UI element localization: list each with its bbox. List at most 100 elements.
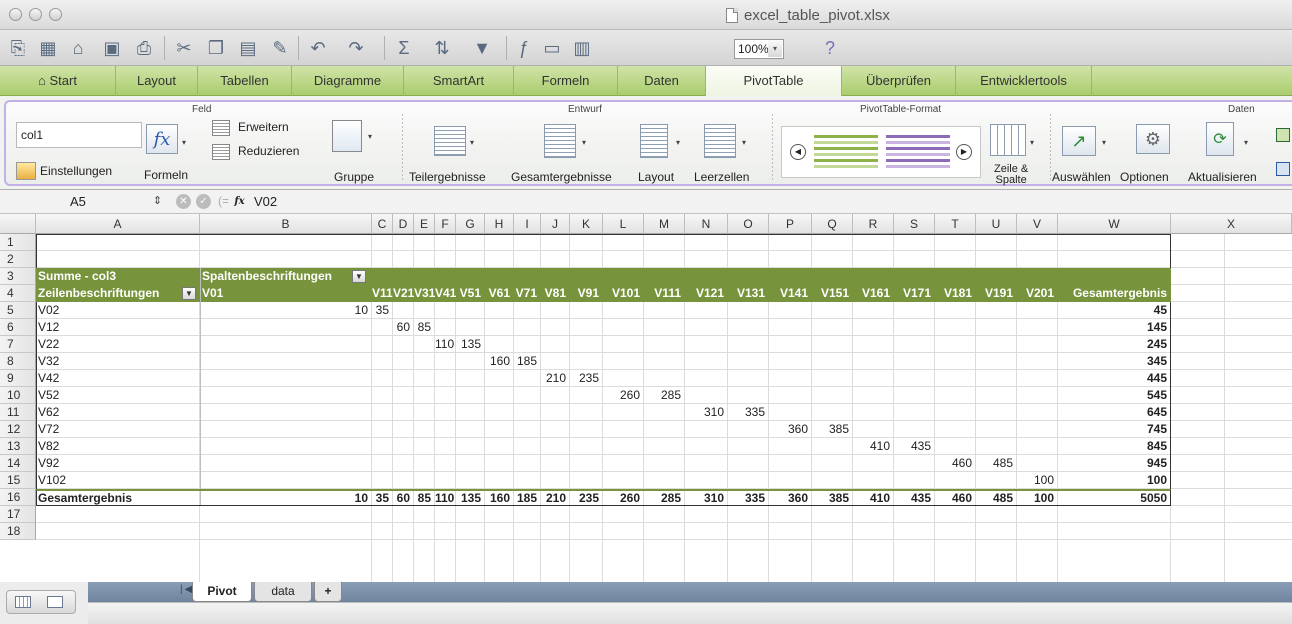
column-header-o[interactable]: O: [728, 214, 769, 234]
pivot-row-label-v92[interactable]: V92: [38, 455, 198, 472]
column-header-s[interactable]: S: [894, 214, 935, 234]
pivot-col-header-v111[interactable]: V111: [644, 285, 685, 302]
pivot-col-header-v151[interactable]: V151: [812, 285, 853, 302]
pivot-row-label-v62[interactable]: V62: [38, 404, 198, 421]
pivot-row-label-v52[interactable]: V52: [38, 387, 198, 404]
formula-input[interactable]: V02: [254, 193, 277, 211]
pivot-value-cell[interactable]: 185: [514, 353, 541, 370]
pivot-grand-total-label[interactable]: Gesamtergebnis: [38, 490, 198, 507]
zoom-window-button[interactable]: [49, 8, 62, 21]
pivot-grand-total-cell[interactable]: 10: [200, 490, 372, 507]
layout-icon[interactable]: [640, 124, 668, 158]
pivot-grand-total-cell[interactable]: 260: [603, 490, 644, 507]
column-header-b[interactable]: B: [200, 214, 372, 234]
pivot-col-header-v131[interactable]: V131: [728, 285, 769, 302]
column-header-a[interactable]: A: [36, 214, 200, 234]
pivot-value-cell[interactable]: 410: [853, 438, 894, 455]
column-header-d[interactable]: D: [393, 214, 414, 234]
pivot-value-field-label[interactable]: Summe - col3: [38, 268, 200, 285]
new-from-template-icon[interactable]: ⎘: [6, 36, 30, 60]
pivot-value-cell[interactable]: 435: [894, 438, 935, 455]
pivot-value-cell[interactable]: 160: [485, 353, 514, 370]
pivot-col-header-v161[interactable]: V161: [853, 285, 894, 302]
pivot-row-label-v32[interactable]: V32: [38, 353, 198, 370]
column-header-n[interactable]: N: [685, 214, 728, 234]
pivot-row-total[interactable]: 445: [1058, 370, 1171, 387]
row-header-12[interactable]: 12: [0, 421, 36, 438]
column-header-r[interactable]: R: [853, 214, 894, 234]
pivot-row-total[interactable]: 245: [1058, 336, 1171, 353]
tab-tabellen[interactable]: Tabellen: [198, 66, 292, 96]
pivot-grand-total-cell[interactable]: 310: [685, 490, 728, 507]
tab-diagramme[interactable]: Diagramme: [292, 66, 404, 96]
normal-view-icon[interactable]: [15, 596, 31, 608]
pivot-row-total[interactable]: 100: [1058, 472, 1171, 489]
row-header-7[interactable]: 7: [0, 336, 36, 353]
options-button[interactable]: Optionen: [1120, 170, 1169, 184]
pivot-value-cell[interactable]: 335: [728, 404, 769, 421]
refresh-button[interactable]: Aktualisieren: [1188, 170, 1257, 184]
pivot-value-cell[interactable]: 235: [570, 370, 603, 387]
column-header-q[interactable]: Q: [812, 214, 853, 234]
row-header-16[interactable]: 16: [0, 489, 36, 506]
view-switch[interactable]: [6, 590, 76, 614]
group-button[interactable]: Gruppe: [334, 170, 374, 184]
sheet-tab-pivot[interactable]: Pivot: [192, 582, 252, 602]
column-header-x[interactable]: X: [1171, 214, 1292, 234]
pivot-grand-total-cell[interactable]: 160: [485, 490, 514, 507]
pivot-grand-total-cell[interactable]: 185: [514, 490, 541, 507]
group-icon[interactable]: [332, 120, 362, 152]
pivot-row-labels-header[interactable]: Zeilenbeschriftungen: [38, 285, 182, 302]
pivot-grand-total-cell[interactable]: 335: [728, 490, 769, 507]
column-header-j[interactable]: J: [541, 214, 570, 234]
pivot-col-header-v101[interactable]: V101: [603, 285, 644, 302]
subtotals-button[interactable]: Teilergebnisse: [409, 170, 486, 184]
tab-ueberpruefen[interactable]: Überprüfen: [842, 66, 956, 96]
row-filter-dropdown-icon[interactable]: ▼: [182, 287, 196, 300]
column-header-v[interactable]: V: [1017, 214, 1058, 234]
spreadsheet-grid[interactable]: A B C D E F G H I J K L M N O P Q R S T U V W X 1 2 3 4 5 6 7 8 9 10 11 12 1…: [0, 214, 1292, 582]
row-column-button[interactable]: Zeile & Spalte: [994, 164, 1028, 186]
pivot-grand-total-cell[interactable]: 110: [435, 490, 456, 507]
column-header-w[interactable]: W: [1058, 214, 1171, 234]
tab-start[interactable]: ⌂ Start: [0, 66, 116, 96]
pivot-row-total[interactable]: 845: [1058, 438, 1171, 455]
column-header-u[interactable]: U: [976, 214, 1017, 234]
row-header-5[interactable]: 5: [0, 302, 36, 319]
pivot-col-header-v21[interactable]: V21: [393, 285, 414, 302]
close-window-button[interactable]: [9, 8, 22, 21]
row-header-2[interactable]: 2: [0, 251, 36, 268]
pivot-col-header-gesamtergebnis[interactable]: Gesamtergebnis: [1058, 285, 1171, 302]
pivot-col-header-v91[interactable]: V91: [570, 285, 603, 302]
blank-rows-button[interactable]: Leerzellen: [694, 170, 749, 184]
column-header-e[interactable]: E: [414, 214, 435, 234]
pivot-value-cell[interactable]: 310: [685, 404, 728, 421]
pivot-value-cell[interactable]: 135: [456, 336, 485, 353]
collapse-button[interactable]: Reduzieren: [238, 144, 299, 158]
save-icon[interactable]: ▣: [100, 36, 124, 60]
gallery-prev-icon[interactable]: ◀: [790, 144, 806, 160]
filter-icon[interactable]: ▼: [470, 36, 494, 60]
undo-icon[interactable]: ↶: [306, 36, 330, 60]
pivot-grand-total-cell[interactable]: 235: [570, 490, 603, 507]
pivot-grand-total-cell[interactable]: 435: [894, 490, 935, 507]
report-layout-button[interactable]: Layout: [638, 170, 674, 184]
pivot-value-cell[interactable]: 385: [812, 421, 853, 438]
row-header-11[interactable]: 11: [0, 404, 36, 421]
pivot-value-cell[interactable]: 260: [603, 387, 644, 404]
options-icon[interactable]: ⚙: [1136, 124, 1170, 154]
pivot-grand-total-cell[interactable]: 385: [812, 490, 853, 507]
new-workbook-icon[interactable]: ▦: [36, 36, 60, 60]
pivot-col-header-v41[interactable]: V41: [435, 285, 456, 302]
minimize-window-button[interactable]: [29, 8, 42, 21]
copy-icon[interactable]: ❐: [204, 36, 228, 60]
cut-icon[interactable]: ✂: [172, 36, 196, 60]
pivot-grand-total-cell[interactable]: 410: [853, 490, 894, 507]
change-source-icon[interactable]: [1276, 128, 1290, 142]
pivot-row-total[interactable]: 745: [1058, 421, 1171, 438]
pivot-row-label-v22[interactable]: V22: [38, 336, 198, 353]
grand-totals-button[interactable]: Gesamtergebnisse: [511, 170, 612, 184]
confirm-entry-icon[interactable]: ✓: [196, 194, 211, 209]
insert-function-icon[interactable]: fx: [232, 194, 247, 209]
pivot-row-label-v72[interactable]: V72: [38, 421, 198, 438]
